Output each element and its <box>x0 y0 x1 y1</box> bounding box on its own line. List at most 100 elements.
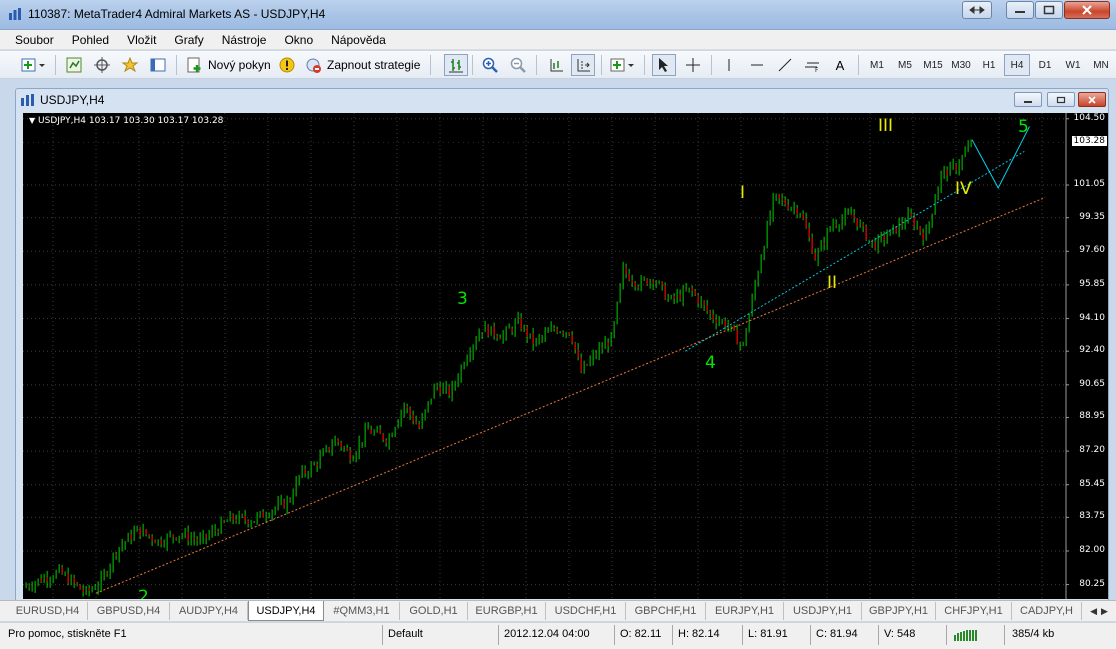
tab-gold-h1[interactable]: GOLD,H1 <box>400 602 468 620</box>
price-tick-label: 87.20 <box>1079 445 1105 456</box>
timeframe-mn-button[interactable]: MN <box>1088 54 1114 76</box>
status-close: C: 81.94 <box>816 628 858 640</box>
price-tick-label: 95.85 <box>1079 278 1105 289</box>
enable-strategies-button[interactable]: Zapnout strategie <box>302 54 424 76</box>
chart-close-button[interactable] <box>1078 92 1106 107</box>
trendline-tool-button[interactable] <box>773 54 797 76</box>
vertical-line-tool-button[interactable] <box>717 54 741 76</box>
timeframe-h4-button[interactable]: H4 <box>1004 54 1030 76</box>
close-icon <box>1088 95 1096 104</box>
status-separator <box>946 625 947 645</box>
fibonacci-tool-button[interactable]: F <box>800 54 824 76</box>
text-tool-button[interactable]: A <box>828 54 852 76</box>
chart-header: ▼ USDJPY,H4 103.17 103.30 103.17 103.28 <box>29 116 223 126</box>
favorites-button[interactable] <box>118 54 142 76</box>
tab-cadjpy-h[interactable]: CADJPY,H <box>1012 602 1082 620</box>
zoom-out-button[interactable] <box>506 54 530 76</box>
timeframe-m15-button[interactable]: M15 <box>920 54 946 76</box>
status-profile: Default <box>388 628 423 640</box>
menu-view[interactable]: Pohled <box>63 33 118 47</box>
crosshair-target-icon <box>94 57 110 73</box>
navigator-button[interactable] <box>90 54 114 76</box>
minimize-icon <box>1015 11 1025 13</box>
zoom-in-button[interactable] <box>478 54 502 76</box>
price-chart[interactable]: ▼ USDJPY,H4 103.17 103.30 103.17 103.28 … <box>23 113 1108 599</box>
chart-tabs: EURUSD,H4 GBPUSD,H4 AUDJPY,H4 USDJPY,H4 … <box>0 600 1116 621</box>
chart-header-arrow-icon[interactable]: ▼ <box>29 116 35 125</box>
trendline-secondary <box>685 150 1025 352</box>
menu-insert[interactable]: Vložit <box>118 33 165 47</box>
new-chart-button[interactable] <box>20 54 48 76</box>
star-folder-icon <box>121 57 139 73</box>
menu-window[interactable]: Okno <box>275 33 322 47</box>
timeframe-w1-button[interactable]: W1 <box>1060 54 1086 76</box>
timeframe-h1-button[interactable]: H1 <box>976 54 1002 76</box>
tab-usdjpy-h4[interactable]: USDJPY,H4 <box>248 601 324 621</box>
tab-eurjpy-h1[interactable]: EURJPY,H1 <box>706 602 784 620</box>
tab-scroll-controls: ◀ ▶ <box>1084 603 1114 619</box>
maximize-icon <box>1043 5 1055 15</box>
tab-eurgbp-h1[interactable]: EURGBP,H1 <box>468 602 546 620</box>
restore-icon <box>1056 96 1066 103</box>
menu-tools[interactable]: Nástroje <box>213 33 276 47</box>
market-watch-button[interactable] <box>62 54 86 76</box>
tab-gbpchf-h1[interactable]: GBPCHF,H1 <box>626 602 706 620</box>
new-chart-icon <box>21 58 45 72</box>
connection-bars-icon[interactable] <box>954 629 978 641</box>
trendline-primary <box>95 197 1046 594</box>
timeframe-m5-button[interactable]: M5 <box>892 54 918 76</box>
toolbar-separator <box>536 55 537 75</box>
tab-qmm3-h1[interactable]: #QMM3,H1 <box>324 602 400 620</box>
chart-shift-button[interactable] <box>571 54 595 76</box>
price-tick-label: 99.35 <box>1079 211 1105 222</box>
status-separator <box>382 625 383 645</box>
chart-canvas[interactable] <box>23 113 1108 599</box>
auto-scroll-button[interactable] <box>544 54 568 76</box>
alert-button[interactable] <box>276 54 298 76</box>
maximize-button[interactable] <box>1035 1 1063 19</box>
tab-scroll-right-icon[interactable]: ▶ <box>1101 606 1108 617</box>
tab-usdjpy-h1[interactable]: USDJPY,H1 <box>784 602 862 620</box>
toolbar-separator <box>601 55 602 75</box>
chart-window-title: USDJPY,H4 <box>20 91 104 109</box>
tab-gbpjpy-h1[interactable]: GBPJPY,H1 <box>862 602 936 620</box>
wave-label-4: 4 <box>705 353 716 373</box>
status-separator <box>810 625 811 645</box>
close-button[interactable] <box>1064 1 1110 19</box>
tab-gbpusd-h4[interactable]: GBPUSD,H4 <box>88 602 170 620</box>
timeframe-m1-button[interactable]: M1 <box>864 54 890 76</box>
tab-eurusd-h4[interactable]: EURUSD,H4 <box>8 602 88 620</box>
price-tick-label: 88.95 <box>1079 411 1105 422</box>
menu-charts[interactable]: Grafy <box>165 33 212 47</box>
price-tick-label: 92.40 <box>1079 345 1105 356</box>
new-order-button[interactable]: Nový pokyn <box>183 54 273 76</box>
indicators-icon <box>610 58 634 72</box>
menu-help[interactable]: Nápověda <box>322 33 395 47</box>
bar-chart-button[interactable] <box>444 54 468 76</box>
terminal-button[interactable] <box>146 54 170 76</box>
cursor-tool-button[interactable] <box>652 54 676 76</box>
indicators-button[interactable] <box>608 54 638 76</box>
auto-scroll-icon <box>550 59 563 72</box>
bar-chart-icon <box>449 59 463 73</box>
chart-restore-button[interactable] <box>1047 92 1075 107</box>
timeframe-m30-button[interactable]: M30 <box>948 54 974 76</box>
restore-arrows-button[interactable] <box>962 1 992 19</box>
timeframe-d1-button[interactable]: D1 <box>1032 54 1058 76</box>
tab-usdchf-h1[interactable]: USDCHF,H1 <box>546 602 626 620</box>
menu-file[interactable]: Soubor <box>6 33 63 47</box>
minimize-button[interactable] <box>1006 1 1034 19</box>
tab-scroll-left-icon[interactable]: ◀ <box>1090 606 1097 617</box>
price-tick-label: 90.65 <box>1079 378 1105 389</box>
price-tick-label: 101.05 <box>1073 179 1106 190</box>
equidistant-channel-icon: F <box>805 62 819 73</box>
tab-chfjpy-h1[interactable]: CHFJPY,H1 <box>936 602 1012 620</box>
chart-minimize-button[interactable] <box>1014 92 1042 107</box>
tab-audjpy-h4[interactable]: AUDJPY,H4 <box>170 602 248 620</box>
horizontal-line-tool-button[interactable] <box>745 54 769 76</box>
svg-text:F: F <box>815 67 819 73</box>
current-price-label: 103.28 <box>1071 136 1107 147</box>
crosshair-tool-button[interactable] <box>681 54 705 76</box>
market-watch-icon <box>66 57 82 73</box>
toolbar-separator <box>858 55 859 75</box>
